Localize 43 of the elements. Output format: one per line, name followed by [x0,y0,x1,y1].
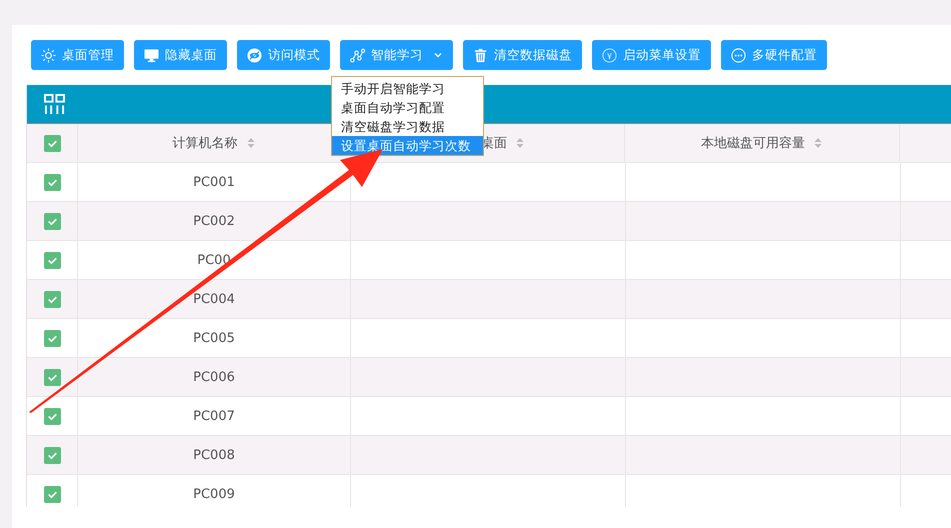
table-row[interactable]: PC00 [27,241,951,280]
grid-icon [44,94,65,114]
checkbox[interactable] [44,408,60,424]
menu-item[interactable]: 手动开启智能学习 [332,79,483,98]
checkbox[interactable] [44,446,60,464]
table-row[interactable]: PC001 [27,163,951,202]
trash-icon [473,48,488,62]
monitor-icon [144,48,159,62]
menu-item[interactable]: 清空磁盘学习数据 [332,117,483,136]
table-cell: PC006 [193,370,235,384]
table-row[interactable]: PC005 [27,319,951,358]
table-cell: PC004 [193,292,235,306]
table-cell: PC007 [193,408,235,424]
sort-icon[interactable] [246,136,256,150]
checkbox[interactable] [44,252,60,268]
menu-item[interactable]: 桌面自动学习配置 [332,98,483,117]
sort-icon[interactable] [813,136,823,150]
checkbox[interactable] [44,134,60,152]
sort-icon[interactable] [515,136,525,150]
sun-icon [41,48,56,62]
checkbox[interactable] [44,330,60,346]
power-icon [602,48,617,62]
nodes-icon [350,48,365,62]
more-icon [731,48,746,62]
eye-icon [247,48,262,62]
table-row[interactable]: PC004 [27,280,951,319]
table-cell: PC009 [193,486,235,502]
column-header[interactable]: 计算机名称 [172,134,238,152]
table-cell: PC001 [193,174,235,190]
checkbox[interactable] [44,290,60,308]
table-row[interactable]: PC002 [27,202,951,241]
table-cell: PC00 [197,252,231,268]
checkbox[interactable] [44,174,60,190]
checkbox[interactable] [44,212,60,230]
checkbox[interactable] [44,486,60,502]
table-row[interactable]: PC006 [27,358,951,397]
table-cell: PC005 [193,330,235,346]
column-header[interactable]: 本地磁盘可用容量 [701,134,805,152]
table-cell: PC002 [193,214,235,228]
table-row[interactable]: PC007 [27,397,951,436]
checkbox[interactable] [44,368,60,386]
table-cell: PC008 [193,448,235,462]
table-row[interactable]: PC008 [27,436,951,475]
